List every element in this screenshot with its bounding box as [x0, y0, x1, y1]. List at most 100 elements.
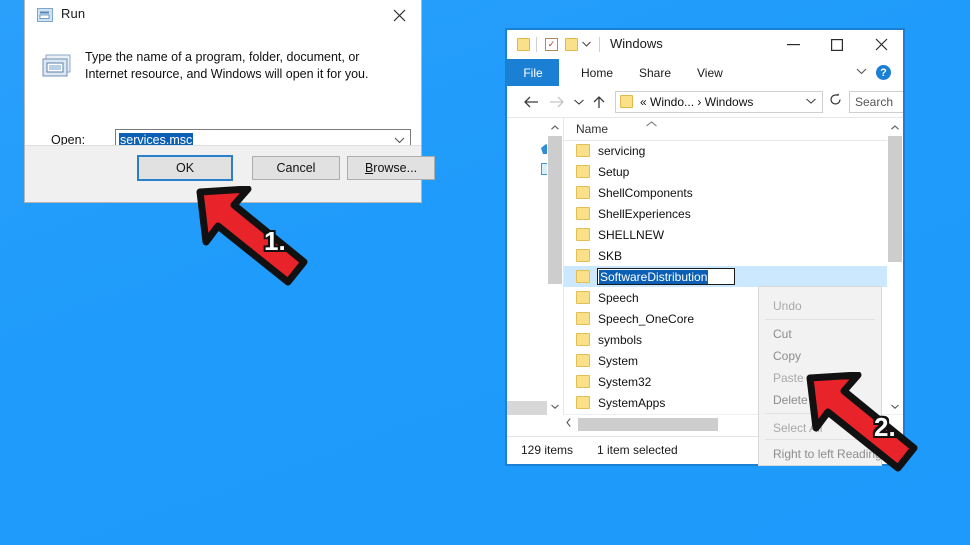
folder-icon: [576, 249, 590, 262]
tab-file[interactable]: File: [507, 59, 559, 86]
menu-item-paste: Paste: [773, 371, 804, 385]
status-item-count: 129 items: [521, 443, 574, 457]
chevron-down-icon[interactable]: [547, 397, 563, 415]
run-dialog: Run Type the name of a program, folder, …: [24, 0, 435, 203]
menu-item-undo: Undo: [773, 299, 802, 313]
cancel-button[interactable]: Cancel: [252, 156, 340, 180]
file-name: Speech: [598, 290, 639, 305]
run-dialog-title: Run: [61, 6, 86, 21]
file-name: symbols: [598, 332, 643, 347]
run-dialog-body: Type the name of a program, folder, docu…: [25, 30, 421, 151]
help-icon[interactable]: ?: [876, 65, 891, 80]
folder-icon: [576, 207, 590, 220]
file-name: Setup: [598, 164, 630, 179]
annotation-arrow-1: [196, 185, 316, 286]
tab-share[interactable]: Share: [639, 59, 671, 86]
explorer-titlebar[interactable]: ✓ Windows: [507, 30, 903, 59]
menu-separator: [765, 319, 875, 320]
arrow-left-icon[interactable]: [521, 92, 541, 112]
run-dialog-description: Type the name of a program, folder, docu…: [85, 50, 369, 81]
close-icon[interactable]: [377, 0, 421, 30]
chevron-down-icon[interactable]: [569, 92, 589, 112]
breadcrumb[interactable]: « Windo... › Windows: [615, 91, 823, 113]
chevron-down-icon[interactable]: [806, 96, 816, 106]
toolbar-separator: [599, 37, 600, 52]
search-input[interactable]: Search: [849, 91, 903, 113]
tab-home[interactable]: Home: [581, 59, 613, 86]
folder-icon: [576, 144, 590, 157]
table-row[interactable]: Setup: [564, 161, 887, 182]
file-name: SHELLNEW: [598, 227, 665, 242]
column-header-name[interactable]: Name: [576, 122, 608, 136]
browse-button[interactable]: Browse...: [347, 156, 435, 180]
menu-item-delete[interactable]: Delete: [773, 393, 808, 407]
properties-icon[interactable]: ✓: [545, 38, 558, 51]
chevron-up-icon[interactable]: [547, 118, 563, 136]
minimize-icon[interactable]: [771, 30, 815, 59]
navigation-pane-horizontal-scrollbar[interactable]: [507, 401, 547, 415]
tab-view[interactable]: View: [697, 59, 723, 86]
folder-icon: [576, 375, 590, 388]
annotation-step-1-label: 1.: [264, 226, 286, 256]
folder-icon: [576, 270, 590, 283]
chevron-left-icon[interactable]: [566, 418, 571, 429]
folder-icon: [576, 396, 590, 409]
folder-icon: [620, 95, 633, 108]
chevron-down-icon[interactable]: [582, 39, 591, 49]
desktop-background: Run Type the name of a program, folder, …: [0, 0, 970, 545]
folder-icon: [576, 186, 590, 199]
file-name: Speech_OneCore: [598, 311, 695, 326]
new-folder-icon[interactable]: [565, 38, 578, 51]
file-name: System32: [598, 374, 652, 389]
folder-icon: [576, 165, 590, 178]
scrollbar-thumb[interactable]: [548, 136, 562, 284]
arrow-right-icon: [547, 92, 567, 112]
status-selection: 1 item selected: [597, 443, 678, 457]
explorer-ribbon-tabs: File Home Share View ?: [507, 59, 903, 87]
chevron-up-icon[interactable]: [887, 118, 903, 136]
table-row[interactable]: SHELLNEW: [564, 224, 887, 245]
scrollbar-thumb[interactable]: [888, 136, 902, 262]
breadcrumb-path: « Windo... › Windows: [640, 95, 754, 109]
file-name: System: [598, 353, 639, 368]
table-row[interactable]: servicing: [564, 140, 887, 161]
chevron-down-icon[interactable]: [856, 67, 867, 77]
navigation-pane-scrollbar[interactable]: [547, 118, 563, 415]
refresh-icon[interactable]: [829, 93, 842, 109]
annotation-step-2-label: 2.: [874, 412, 896, 442]
annotation-arrow-2: [806, 371, 926, 472]
folder-icon: [576, 228, 590, 241]
ok-button[interactable]: OK: [137, 155, 233, 181]
folder-icon: [576, 333, 590, 346]
column-header-row: Name: [564, 118, 887, 141]
table-row[interactable]: SoftwareDistribution: [564, 266, 887, 287]
run-glyph-icon: [41, 52, 73, 82]
explorer-navigation-bar: « Windo... › Windows Search: [507, 86, 903, 117]
menu-item-cut[interactable]: Cut: [773, 327, 792, 341]
folder-icon: [576, 312, 590, 325]
folder-icon[interactable]: [517, 38, 530, 51]
table-row[interactable]: SKB: [564, 245, 887, 266]
table-row[interactable]: ShellExperiences: [564, 203, 887, 224]
arrow-up-icon[interactable]: [589, 92, 609, 112]
sort-ascending-icon: [646, 119, 657, 129]
search-placeholder: Search: [855, 95, 894, 109]
file-name: ShellComponents: [598, 185, 693, 200]
run-app-icon: [37, 8, 53, 22]
file-name: servicing: [598, 143, 646, 158]
toolbar-separator: [536, 37, 537, 52]
file-name: SKB: [598, 248, 623, 263]
scrollbar-thumb[interactable]: [578, 418, 718, 431]
menu-item-copy[interactable]: Copy: [773, 349, 801, 363]
table-row[interactable]: ShellComponents: [564, 182, 887, 203]
folder-icon: [576, 354, 590, 367]
rename-input[interactable]: SoftwareDistribution: [597, 268, 735, 285]
file-name: SystemApps: [598, 395, 666, 410]
file-list-scrollbar[interactable]: [887, 118, 903, 415]
maximize-icon[interactable]: [815, 30, 859, 59]
run-dialog-titlebar[interactable]: Run: [25, 0, 421, 30]
file-name: ShellExperiences: [598, 206, 691, 221]
navigation-pane[interactable]: [507, 118, 564, 415]
close-icon[interactable]: [859, 30, 903, 59]
rename-input-value: SoftwareDistribution: [599, 270, 709, 284]
